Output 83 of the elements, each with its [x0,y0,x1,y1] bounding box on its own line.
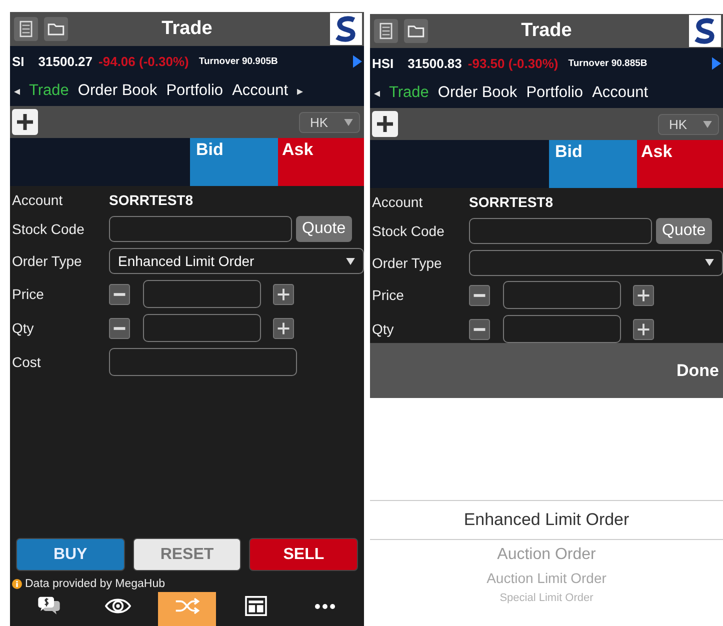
index-value: 31500.83 [408,56,462,70]
account-value: SORRTEST8 [469,194,554,210]
field-label: Qty [372,321,395,338]
play-icon[interactable] [353,54,362,68]
ask-panel: Ask [278,138,364,186]
logo-icon [330,13,362,45]
nav-tab[interactable]: Account [592,84,648,102]
plus-button[interactable] [633,284,654,306]
quote-button[interactable]: Quote [296,216,352,242]
field-label: Stock Code [12,221,86,237]
more-icon [315,604,336,609]
caret-icon [346,258,355,264]
account-value: SORRTEST8 [109,192,194,208]
screen-title: Trade [521,20,572,42]
bid-panel: Bid [549,140,637,188]
minus-button[interactable] [469,318,490,340]
market-dropdown[interactable]: HK [298,112,360,132]
bid-panel: Bid [190,138,278,186]
caret-icon [705,259,714,266]
field-label: Account [372,194,424,210]
picker-option[interactable]: Enhanced Limit Order [370,500,723,540]
add-button[interactable] [372,111,398,137]
index-change: -93.50 (-0.30%) [468,56,558,70]
plus-button[interactable] [273,284,294,304]
minus-button[interactable] [109,318,130,338]
scroll-left-arrow[interactable]: ◂ [374,86,380,100]
index-name: HSI [372,56,394,70]
done-button[interactable]: Done [672,360,723,380]
action-button[interactable]: BUY [16,538,125,571]
screen-title: Trade [162,18,212,40]
newspaper-icon [243,596,270,616]
field-label: Order Type [12,253,83,269]
market-dropdown[interactable]: HK [658,114,719,134]
plus-button[interactable] [273,318,294,338]
caret-icon [703,120,712,128]
field-label: Account [12,192,64,208]
nav-tab[interactable]: Portfolio [166,82,224,100]
number-field[interactable] [503,315,621,343]
nav-tab[interactable]: Trade [389,84,429,102]
nav-tab[interactable]: Portfolio [526,84,584,102]
play-icon[interactable] [712,56,721,70]
number-field[interactable] [503,281,621,310]
folder-icon[interactable] [404,19,428,43]
minus-button[interactable] [469,284,490,306]
order-type-dropdown[interactable]: Enhanced Limit Order [109,248,364,274]
field-label: Qty [12,320,35,336]
scroll-right-arrow[interactable]: ▸ [297,84,304,98]
turnover-text: Turnover 90.885B [568,58,648,68]
field-label: Order Type [372,254,443,271]
calculator-icon[interactable] [14,17,38,41]
stock-code-field[interactable] [109,216,292,242]
index-name: SI [12,54,24,68]
index-change: -94.06 (-0.30%) [98,54,189,68]
field-label: Stock Code [372,222,446,239]
action-button[interactable]: SELL [249,538,358,571]
field-label: Cost [12,354,42,370]
info-icon [12,579,22,589]
index-value: 31500.27 [38,54,93,68]
plus-button[interactable] [633,318,654,340]
caret-icon [344,118,353,126]
folder-icon[interactable] [44,17,68,41]
chat-bubbles-icon [36,596,62,616]
turnover-text: Turnover 90.905B [198,56,278,66]
scroll-left-arrow[interactable]: ◂ [14,84,20,98]
data-source-note: Data provided by MegaHub [25,578,165,590]
field-label: Price [12,286,45,302]
nav-tab[interactable]: Order Book [438,84,518,102]
eye-icon [104,596,131,616]
ask-panel: Ask [637,140,723,188]
field-label: Price [372,287,405,304]
nav-tab[interactable]: Order Book [78,82,158,100]
stock-code-field[interactable] [469,218,652,244]
quote-button[interactable]: Quote [656,218,712,244]
order-type-dropdown[interactable] [469,250,723,276]
shuffle-icon [174,596,200,616]
number-field[interactable] [143,314,261,342]
add-button[interactable] [12,109,38,135]
nav-tab[interactable]: Account [232,82,288,100]
nav-tab[interactable]: Trade [29,82,69,100]
number-field[interactable] [143,280,261,308]
action-button[interactable]: RESET [132,538,242,571]
calculator-icon[interactable] [374,19,398,43]
minus-button[interactable] [109,284,130,304]
